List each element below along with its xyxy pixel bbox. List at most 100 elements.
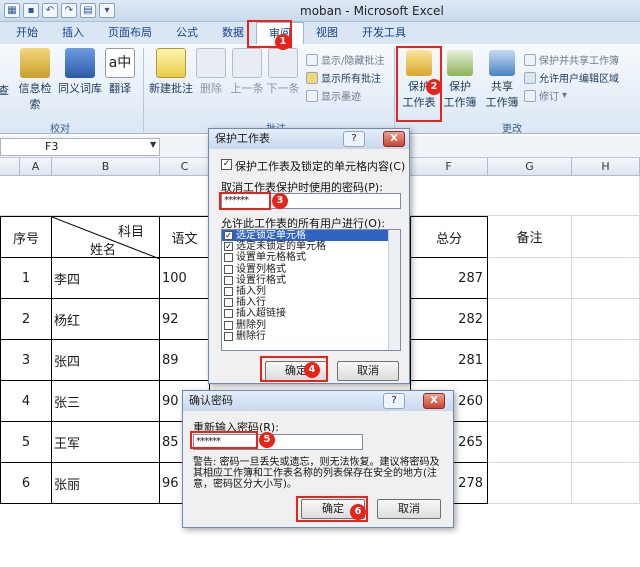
thesaurus-button[interactable]: 同义词库	[58, 48, 102, 96]
column-header-c[interactable]: C	[160, 158, 210, 176]
column-header-h[interactable]: H	[572, 158, 640, 176]
track-changes-button[interactable]: 修订 ▾	[524, 88, 567, 103]
info-search-button[interactable]: 信息检索	[14, 48, 56, 112]
table-cell-seq[interactable]: 2	[0, 299, 52, 340]
table-cell-empty[interactable]	[572, 463, 640, 504]
table-cell-seq[interactable]: 1	[0, 258, 52, 299]
header-total[interactable]: 总分	[410, 216, 488, 258]
permission-item[interactable]: 删除列	[222, 320, 400, 331]
permission-item[interactable]: ✓ 选定锁定单元格	[222, 230, 400, 242]
share-workbook-button[interactable]: 共享 工作簿	[482, 50, 522, 110]
close-button[interactable]: X	[423, 393, 445, 409]
tab-home[interactable]: 开始	[4, 22, 50, 44]
name-box[interactable]: F3	[0, 138, 160, 156]
permission-item[interactable]: 设置行格式	[222, 275, 400, 286]
table-cell-empty[interactable]	[572, 422, 640, 463]
header-note[interactable]: 备注	[488, 216, 572, 258]
permission-item[interactable]: 插入行	[222, 297, 400, 308]
protect-and-share-button[interactable]: 保护并共享工作簿	[524, 52, 619, 67]
table-cell-note[interactable]	[488, 258, 572, 299]
permission-checkbox[interactable]: ✓	[224, 231, 233, 240]
permission-item[interactable]: 设置列格式	[222, 264, 400, 275]
permission-checkbox[interactable]	[224, 331, 233, 341]
tab-insert[interactable]: 插入	[50, 22, 96, 44]
table-cell-note[interactable]	[488, 340, 572, 381]
column-header-b[interactable]: B	[52, 158, 160, 176]
table-cell-seq[interactable]: 5	[0, 422, 52, 463]
next-comment-button[interactable]: 下一条	[266, 48, 300, 96]
translate-button[interactable]: a中 翻译	[104, 48, 136, 96]
header-subject-name-diagonal[interactable]: 科目 姓名	[52, 216, 160, 259]
permission-item[interactable]: 插入列	[222, 286, 400, 297]
new-comment-button[interactable]: 新建批注	[148, 48, 194, 96]
cell-empty[interactable]	[572, 216, 640, 258]
column-header-f[interactable]: F	[410, 158, 488, 176]
table-cell-total[interactable]: 282	[410, 299, 488, 340]
table-cell-empty[interactable]	[572, 340, 640, 381]
table-cell-note[interactable]	[488, 299, 572, 340]
show-hide-comment-button[interactable]: 显示/隐藏批注	[306, 52, 384, 67]
permission-checkbox[interactable]	[224, 286, 233, 296]
table-cell-name[interactable]: 张丽	[52, 463, 160, 504]
table-cell-empty[interactable]	[572, 258, 640, 299]
permission-item[interactable]: 设置单元格格式	[222, 252, 400, 263]
header-seq[interactable]: 序号	[0, 216, 52, 258]
redo-icon[interactable]: ↷	[61, 3, 77, 18]
show-ink-button[interactable]: 显示墨迹	[306, 88, 361, 103]
permission-checkbox[interactable]	[224, 320, 233, 330]
permission-checkbox[interactable]	[224, 298, 233, 308]
permissions-listbox[interactable]: ✓ 选定锁定单元格 ✓ 选定未锁定的单元格 设置单元格格式 设置列格式 设置行格式 插入列 插入…	[221, 229, 401, 351]
undo-icon[interactable]: ↶	[42, 3, 58, 18]
save-icon[interactable]: ▪	[23, 3, 39, 18]
table-cell-name[interactable]: 张四	[52, 340, 160, 381]
excel-logo-icon[interactable]: ▦	[4, 3, 20, 18]
table-cell-total[interactable]: 281	[410, 340, 488, 381]
table-cell-seq[interactable]: 3	[0, 340, 52, 381]
permission-checkbox[interactable]: ✓	[224, 242, 233, 252]
table-cell-empty[interactable]	[572, 381, 640, 422]
name-box-dropdown-icon[interactable]: ▼	[150, 140, 156, 149]
column-header-g[interactable]: G	[488, 158, 572, 176]
tab-view[interactable]: 视图	[304, 22, 350, 44]
previous-comment-button[interactable]: 上一条	[230, 48, 264, 96]
table-cell-seq[interactable]: 4	[0, 381, 52, 422]
table-cell-total[interactable]: 287	[410, 258, 488, 299]
show-all-comments-button[interactable]: 显示所有批注	[306, 70, 381, 85]
header-chinese[interactable]: 语文	[160, 216, 210, 258]
table-cell-chinese[interactable]: 89	[160, 340, 210, 381]
table-cell-empty[interactable]	[572, 299, 640, 340]
permission-checkbox[interactable]	[224, 264, 233, 274]
allow-edit-ranges-button[interactable]: 允许用户编辑区域	[524, 70, 619, 85]
permission-item[interactable]: 删除行	[222, 331, 400, 342]
help-button[interactable]: ?	[343, 131, 365, 147]
confirm-cancel-button[interactable]: 取消	[377, 499, 441, 519]
research-button[interactable]: 查	[0, 82, 9, 98]
tab-page-layout[interactable]: 页面布局	[96, 22, 164, 44]
protect-workbook-button[interactable]: 保护 工作簿	[440, 50, 480, 110]
table-cell-name[interactable]: 张三	[52, 381, 160, 422]
table-cell-note[interactable]	[488, 463, 572, 504]
table-cell-seq[interactable]: 6	[0, 463, 52, 504]
help-button[interactable]: ?	[383, 393, 405, 409]
delete-comment-button[interactable]: 删除	[196, 48, 226, 96]
table-cell-note[interactable]	[488, 381, 572, 422]
table-cell-chinese[interactable]: 100	[160, 258, 210, 299]
table-cell-name[interactable]: 李四	[52, 258, 160, 299]
permission-item[interactable]: 插入超链接	[222, 308, 400, 319]
customize-qat-icon[interactable]: ▾	[99, 3, 115, 18]
table-cell-name[interactable]: 杨红	[52, 299, 160, 340]
tab-formulas[interactable]: 公式	[164, 22, 210, 44]
table-cell-chinese[interactable]: 92	[160, 299, 210, 340]
permission-checkbox[interactable]	[224, 275, 233, 285]
tab-developer[interactable]: 开发工具	[350, 22, 418, 44]
close-button[interactable]: X	[383, 131, 405, 147]
table-cell-name[interactable]: 王军	[52, 422, 160, 463]
permission-checkbox[interactable]	[224, 253, 233, 263]
column-header-a[interactable]: A	[20, 158, 52, 176]
protect-checkbox[interactable]: ✓	[221, 159, 232, 170]
print-preview-icon[interactable]: ▤	[80, 3, 96, 18]
table-cell-note[interactable]	[488, 422, 572, 463]
permission-item[interactable]: ✓ 选定未锁定的单元格	[222, 241, 400, 252]
select-all-corner[interactable]	[0, 158, 20, 176]
protect-cancel-button[interactable]: 取消	[337, 361, 399, 381]
